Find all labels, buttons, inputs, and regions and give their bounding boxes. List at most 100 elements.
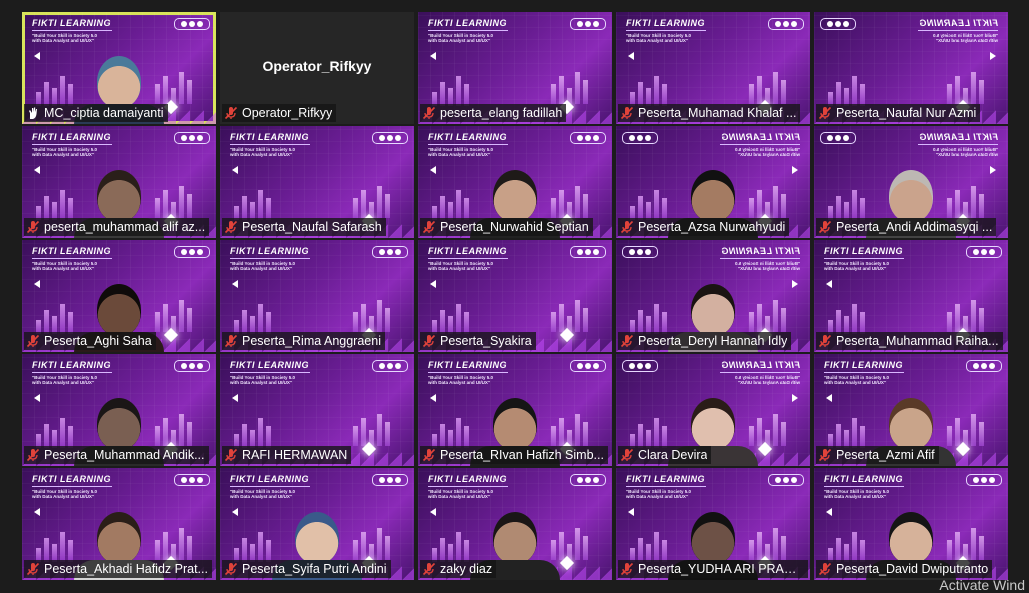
arrow-left-icon — [792, 280, 798, 288]
banner-subtitle-2: with Data Analyst and UI/UX" — [32, 38, 94, 43]
webinar-banner: FIKTI LEARNING "Build Your Skill in Soci… — [32, 474, 112, 499]
participant-tile[interactable]: FIKTI LEARNING "Build Your Skill in Soci… — [814, 126, 1008, 238]
banner-title: FIKTI LEARNING — [428, 132, 507, 142]
bar-graphic — [630, 418, 667, 448]
participant-tile[interactable]: FIKTI LEARNING "Build Your Skill in Soci… — [22, 126, 216, 238]
banner-title: FIKTI LEARNING — [230, 474, 309, 484]
partner-logos-icon — [570, 132, 606, 144]
banner-title: FIKTI LEARNING — [230, 246, 309, 256]
bar-graphic — [432, 418, 469, 448]
partner-logos-icon — [570, 360, 606, 372]
participant-nameplate: Operator_Rifkyy — [222, 104, 337, 122]
banner-title: FIKTI LEARNING — [721, 360, 800, 370]
partner-logos-icon — [768, 18, 804, 30]
participant-nameplate: RAFI HERMAWAN — [222, 446, 352, 464]
activate-windows-watermark: Activate Wind — [939, 577, 1025, 593]
participant-tile[interactable]: FIKTI LEARNING "Build Your Skill in Soci… — [418, 468, 612, 580]
participant-nameplate: Peserta_Azmi Afif — [816, 446, 939, 464]
partner-logos-icon — [372, 246, 408, 258]
bar-graphic — [36, 76, 73, 106]
participant-name: Peserta_Naufal Safarash — [242, 220, 382, 234]
bar-graphic — [749, 72, 786, 104]
participant-tile[interactable]: FIKTI LEARNING "Build Your Skill in Soci… — [220, 126, 414, 238]
participant-nameplate: Peserta_Aghi Saha — [24, 332, 156, 350]
participant-tile[interactable]: FIKTI LEARNING "Build Your Skill in Soci… — [814, 468, 1008, 580]
bar-graphic — [551, 300, 588, 332]
banner-title: FIKTI LEARNING — [32, 18, 111, 28]
mic-muted-icon — [620, 106, 634, 120]
mic-muted-icon — [422, 448, 436, 462]
arrow-left-icon — [792, 394, 798, 402]
bar-graphic — [432, 304, 469, 334]
mic-muted-icon — [620, 220, 634, 234]
participant-tile[interactable]: FIKTI LEARNING "Build Your Skill in Soci… — [616, 12, 810, 124]
participant-tile[interactable]: FIKTI LEARNING "Build Your Skill in Soci… — [418, 126, 612, 238]
participant-tile[interactable]: FIKTI LEARNING "Build Your Skill in Soci… — [814, 354, 1008, 466]
arrow-left-icon — [34, 394, 40, 402]
participant-tile[interactable]: FIKTI LEARNING "Build Your Skill in Soci… — [616, 468, 810, 580]
participant-name: Peserta_Muhammad Raiha... — [836, 334, 999, 348]
participant-tile[interactable]: FIKTI LEARNING "Build Your Skill in Soci… — [616, 240, 810, 352]
bar-graphic — [36, 304, 73, 334]
participant-nameplate: Peserta_Naufal Nur Azmi — [816, 104, 981, 122]
mic-muted-icon — [26, 562, 40, 576]
bar-graphic — [234, 190, 271, 220]
participant-tile[interactable]: FIKTI LEARNING "Build Your Skill in Soci… — [22, 468, 216, 580]
partner-logos-icon — [966, 246, 1002, 258]
banner-subtitle-2: with Data Analyst and UI/UX" — [230, 494, 292, 499]
banner-subtitle-2: with Data Analyst and UI/UX" — [824, 380, 886, 385]
participant-nameplate: Peserta_Muhamad Khalaf ... — [618, 104, 801, 122]
participant-nameplate: Clara Devira — [618, 446, 712, 464]
webinar-banner: FIKTI LEARNING "Build Your Skill in Soci… — [720, 132, 800, 157]
participant-tile[interactable]: FIKTI LEARNING "Build Your Skill in Soci… — [616, 354, 810, 466]
participant-tile[interactable]: FIKTI LEARNING "Build Your Skill in Soci… — [814, 240, 1008, 352]
participant-tile[interactable]: FIKTI LEARNING "Build Your Skill in Soci… — [220, 240, 414, 352]
participant-name: Peserta_David Dwiputranto — [836, 562, 989, 576]
arrow-left-icon — [430, 508, 436, 516]
participant-nameplate: Peserta_Deryl Hannah Idly — [618, 332, 792, 350]
webinar-banner: FIKTI LEARNING "Build Your Skill in Soci… — [824, 246, 904, 271]
participant-name: Peserta_Akhadi Hafidz Prat... — [44, 562, 208, 576]
partner-logos-icon — [570, 246, 606, 258]
bar-graphic — [432, 532, 469, 562]
bar-graphic — [432, 190, 469, 220]
participant-nameplate: Peserta_RIvan Hafizh Simb... — [420, 446, 608, 464]
participant-tile[interactable]: FIKTI LEARNING "Build Your Skill in Soci… — [418, 354, 612, 466]
participant-nameplate: Peserta_David Dwiputranto — [816, 560, 993, 578]
participant-tile[interactable]: FIKTI LEARNING "Build Your Skill in Soci… — [220, 468, 414, 580]
participant-nameplate: Peserta_Nurwahid Septian — [420, 218, 593, 236]
participant-nameplate: Peserta_Muhammad Raiha... — [816, 332, 1003, 350]
mic-muted-icon — [422, 220, 436, 234]
banner-title: FIKTI LEARNING — [428, 360, 507, 370]
arrow-left-icon — [430, 166, 436, 174]
webinar-banner: FIKTI LEARNING "Build Your Skill in Soci… — [626, 474, 706, 499]
participant-name: Peserta_Muhamad Khalaf ... — [638, 106, 797, 120]
mic-muted-icon — [26, 334, 40, 348]
participant-tile[interactable]: FIKTI LEARNING "Build Your Skill in Soci… — [22, 240, 216, 352]
partner-logos-icon — [966, 360, 1002, 372]
banner-subtitle-2: with Data Analyst and UI/UX" — [936, 38, 998, 43]
participant-tile[interactable]: FIKTI LEARNING "Build Your Skill in Soci… — [616, 126, 810, 238]
webinar-banner: FIKTI LEARNING "Build Your Skill in Soci… — [824, 360, 904, 385]
participant-name: Peserta_Aghi Saha — [44, 334, 152, 348]
participant-center-name: Operator_Rifkyy — [262, 58, 372, 74]
bar-graphic — [36, 532, 73, 562]
participant-tile[interactable]: FIKTI LEARNING "Build Your Skill in Soci… — [22, 354, 216, 466]
participant-tile[interactable]: FIKTI LEARNING "Build Your Skill in Soci… — [418, 12, 612, 124]
participant-tile[interactable]: FIKTI LEARNING "Build Your Skill in Soci… — [814, 12, 1008, 124]
mic-muted-icon — [818, 106, 832, 120]
participant-name: Peserta_Syifa Putri Andini — [242, 562, 387, 576]
banner-subtitle-2: with Data Analyst and UI/UX" — [32, 494, 94, 499]
participant-tile[interactable]: Operator_Rifkyy Operator_Rifkyy — [220, 12, 414, 124]
arrow-left-icon — [232, 394, 238, 402]
participant-tile[interactable]: FIKTI LEARNING "Build Your Skill in Soci… — [22, 12, 216, 124]
participant-nameplate: Peserta_Rima Anggraeni — [222, 332, 385, 350]
mic-muted-icon — [620, 562, 634, 576]
participant-name: MC_ciptia damaiyanti — [44, 106, 164, 120]
partner-logos-icon — [174, 246, 210, 258]
mic-muted-icon — [422, 562, 436, 576]
participant-tile[interactable]: FIKTI LEARNING "Build Your Skill in Soci… — [220, 354, 414, 466]
banner-title: FIKTI LEARNING — [32, 360, 111, 370]
participant-tile[interactable]: FIKTI LEARNING "Build Your Skill in Soci… — [418, 240, 612, 352]
arrow-left-icon — [232, 166, 238, 174]
